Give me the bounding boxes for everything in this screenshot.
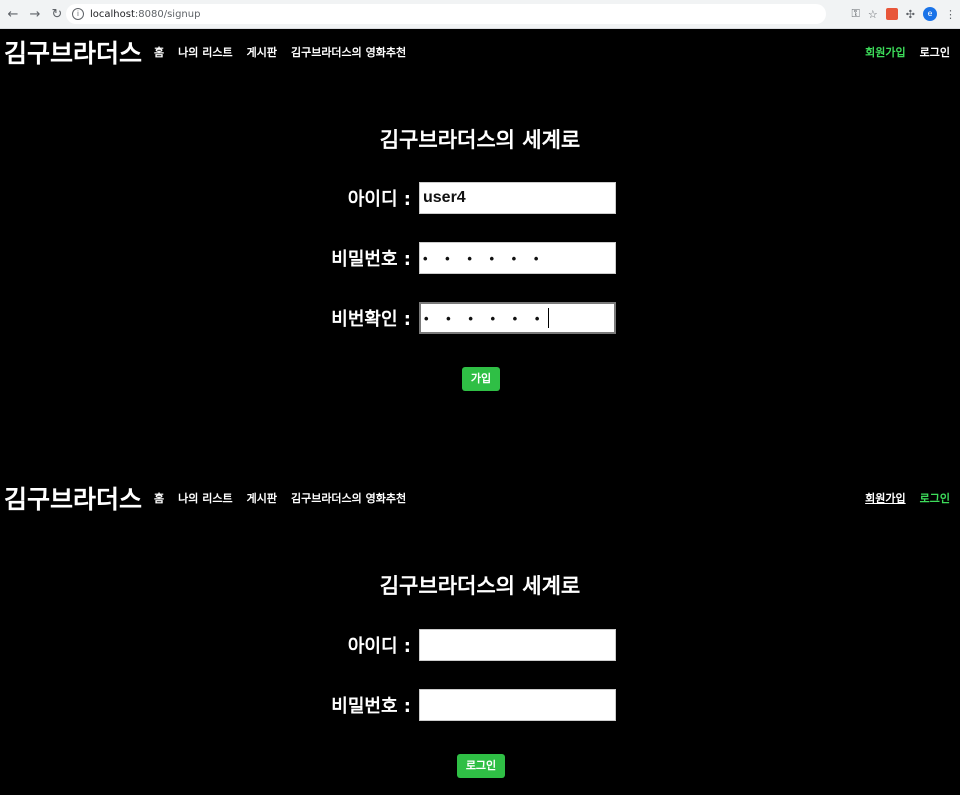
browser-actions: ⚿ ☆ ✣ e ⋮ (852, 4, 956, 24)
id-label: 아이디 : (347, 636, 411, 657)
puzzle-icon[interactable]: ✣ (906, 8, 915, 21)
top-navbar: 김구브라더스 홈 나의 리스트 게시판 김구브라더스의 영화추천 회원가입 로그… (0, 34, 960, 70)
password-label: 비밀번호 : (331, 249, 411, 270)
browser-menu-icon[interactable]: ⋮ (945, 8, 956, 21)
confirm-input[interactable]: • • • • • • (419, 302, 616, 334)
url-host: localhost (90, 8, 135, 20)
confirm-value: • • • • • • (424, 310, 547, 326)
password-value: • • • • • • (423, 250, 546, 266)
id-label: 아이디 : (347, 189, 411, 210)
signup-submit-button[interactable]: 가입 (462, 367, 500, 391)
menu-my-list[interactable]: 나의 리스트 (178, 44, 232, 60)
id-value: user4 (423, 189, 466, 206)
login-password-input[interactable] (419, 689, 616, 721)
password-label: 비밀번호 : (331, 696, 411, 717)
confirm-row: 비번확인 : • • • • • • (311, 302, 616, 334)
login-title: 김구브라더스의 세계로 (379, 574, 581, 598)
menu-my-list[interactable]: 나의 리스트 (178, 490, 232, 506)
menu-movie-recommend[interactable]: 김구브라더스의 영화추천 (291, 44, 406, 60)
login-id-input[interactable] (419, 629, 616, 661)
signup-title: 김구브라더스의 세계로 (379, 128, 581, 152)
login-link[interactable]: 로그인 (920, 44, 950, 60)
browser-toolbar: ← → ↻ i localhost:8080/signup ⚿ ☆ ✣ e ⋮ (0, 0, 960, 29)
signup-link[interactable]: 회원가입 (865, 490, 905, 506)
star-icon[interactable]: ☆ (868, 8, 878, 21)
bottom-navbar: 김구브라더스 홈 나의 리스트 게시판 김구브라더스의 영화추천 회원가입 로그… (0, 480, 960, 516)
signup-link[interactable]: 회원가입 (865, 44, 905, 60)
id-row: 아이디 : user4 (311, 182, 616, 214)
menu-board[interactable]: 게시판 (247, 44, 277, 60)
menu-movie-recommend[interactable]: 김구브라더스의 영화추천 (291, 490, 406, 506)
login-password-row: 비밀번호 : (311, 689, 616, 721)
login-submit-button[interactable]: 로그인 (457, 754, 505, 778)
info-icon[interactable]: i (72, 8, 84, 20)
confirm-label: 비번확인 : (331, 309, 411, 330)
password-row: 비밀번호 : • • • • • • (311, 242, 616, 274)
reload-icon[interactable]: ↻ (48, 5, 66, 23)
login-link[interactable]: 로그인 (920, 490, 950, 506)
brand-logo[interactable]: 김구브라더스 (4, 34, 142, 70)
key-icon[interactable]: ⚿ (852, 7, 860, 21)
menu-home[interactable]: 홈 (154, 44, 164, 60)
address-bar[interactable]: i localhost:8080/signup (66, 4, 826, 24)
text-caret (548, 308, 550, 328)
auth-links: 회원가입 로그인 (865, 44, 950, 60)
back-icon[interactable]: ← (4, 5, 22, 23)
brand-logo[interactable]: 김구브라더스 (4, 480, 142, 516)
extension-icon[interactable] (885, 8, 898, 20)
auth-links: 회원가입 로그인 (865, 490, 950, 506)
login-id-row: 아이디 : (311, 629, 616, 661)
main-menu: 홈 나의 리스트 게시판 김구브라더스의 영화추천 (154, 490, 406, 506)
main-menu: 홈 나의 리스트 게시판 김구브라더스의 영화추천 (154, 44, 406, 60)
menu-board[interactable]: 게시판 (247, 490, 277, 506)
forward-icon[interactable]: → (26, 5, 44, 23)
url-path: :8080/signup (134, 8, 201, 20)
profile-avatar[interactable]: e (923, 7, 937, 21)
id-input[interactable]: user4 (419, 182, 616, 214)
password-input[interactable]: • • • • • • (419, 242, 616, 274)
menu-home[interactable]: 홈 (154, 490, 164, 506)
